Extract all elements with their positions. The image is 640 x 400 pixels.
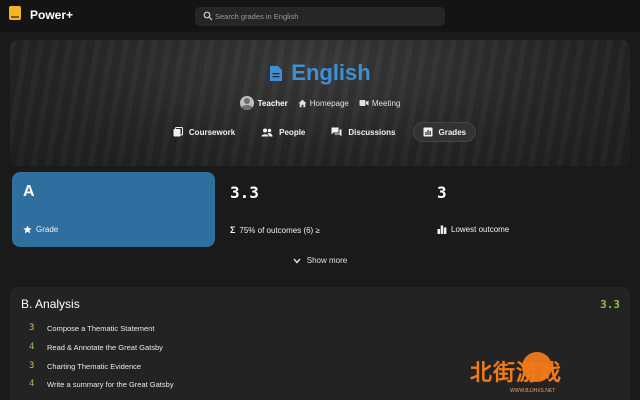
tab-grades[interactable]: Grades (412, 122, 477, 142)
meeting-link[interactable]: Meeting (359, 99, 400, 108)
search-box[interactable] (195, 7, 445, 26)
grade-card[interactable]: A Grade (12, 172, 215, 247)
grade-label-text: Grade (36, 225, 59, 234)
tab-people[interactable]: People (252, 122, 314, 142)
outcome-row[interactable]: 4 Write a summary for the Great Gatsby (29, 379, 174, 389)
tab-grades-label: Grades (438, 127, 467, 137)
analysis-title: B. Analysis (21, 297, 80, 311)
course-tabs: Coursework People Discussions Grades (10, 122, 630, 142)
bar-chart-icon (437, 225, 447, 234)
lowest-value: 3 (437, 183, 447, 202)
average-card[interactable]: 3.3 Σ 75% of outcomes (6) ≥ (219, 172, 422, 247)
show-more-button[interactable]: Show more (0, 256, 640, 265)
outcome-score: 4 (29, 379, 35, 389)
outcome-score: 3 (29, 361, 35, 371)
video-camera-icon (359, 100, 369, 106)
chevron-down-icon (293, 258, 301, 264)
outcome-label: Read & Annotate the Great Gatsby (47, 342, 163, 352)
star-icon (23, 225, 32, 234)
search-input[interactable] (215, 9, 435, 24)
top-bar: Power+ (0, 0, 640, 32)
course-links: Teacher Homepage Meeting (10, 96, 630, 110)
course-title: English (10, 60, 630, 86)
app-logo-icon[interactable] (9, 6, 21, 20)
lowest-card[interactable]: 3 Lowest outcome (426, 172, 629, 247)
tab-people-label: People (279, 127, 306, 137)
outcome-score: 4 (29, 342, 35, 352)
meeting-label: Meeting (371, 98, 401, 108)
tab-discussions[interactable]: Discussions (322, 122, 404, 142)
homepage-label: Homepage (309, 98, 349, 108)
tab-coursework-label: Coursework (188, 127, 236, 137)
watermark-text: 北街游戏 (470, 361, 563, 386)
grade-value: A (23, 183, 35, 200)
outcome-label: Write a summary for the Great Gatsby (47, 379, 174, 389)
discussions-icon (331, 127, 342, 137)
course-title-text: English (291, 60, 371, 85)
watermark: 北街游戏 WWW.BJJHXS.NET (470, 350, 640, 400)
outcome-score: 3 (29, 323, 35, 333)
outcome-row[interactable]: 3 Compose a Thematic Statement (29, 323, 154, 333)
show-more-label: Show more (306, 256, 348, 265)
coursework-icon (173, 127, 183, 137)
average-value: 3.3 (230, 183, 259, 202)
average-label-text: 75% of outcomes (6) ≥ (239, 225, 320, 235)
grades-icon (423, 127, 433, 137)
outcome-row[interactable]: 3 Charting Thematic Evidence (29, 361, 141, 371)
analysis-score: 3.3 (600, 298, 620, 311)
outcome-label: Compose a Thematic Statement (47, 323, 155, 333)
home-icon (298, 99, 307, 107)
outcome-row[interactable]: 4 Read & Annotate the Great Gatsby (29, 342, 163, 352)
average-label: Σ 75% of outcomes (6) ≥ (230, 225, 320, 235)
course-header: English Teacher Homepage Meeting Coursew… (10, 40, 630, 166)
app-name[interactable]: Power+ (30, 8, 73, 22)
sigma-icon: Σ (230, 225, 236, 235)
people-icon (261, 128, 273, 136)
lowest-label-text: Lowest outcome (451, 225, 510, 234)
teacher-label: Teacher (257, 98, 288, 108)
document-icon (270, 66, 283, 81)
homepage-link[interactable]: Homepage (298, 99, 349, 108)
lowest-label: Lowest outcome (437, 225, 509, 234)
avatar (239, 96, 254, 110)
tab-coursework[interactable]: Coursework (164, 122, 244, 142)
tab-discussions-label: Discussions (348, 127, 396, 137)
search-icon (203, 11, 213, 21)
watermark-url: WWW.BJJHXS.NET (510, 388, 556, 394)
outcome-label: Charting Thematic Evidence (47, 361, 142, 371)
grade-label: Grade (23, 225, 58, 234)
teacher-link[interactable]: Teacher (239, 96, 288, 110)
